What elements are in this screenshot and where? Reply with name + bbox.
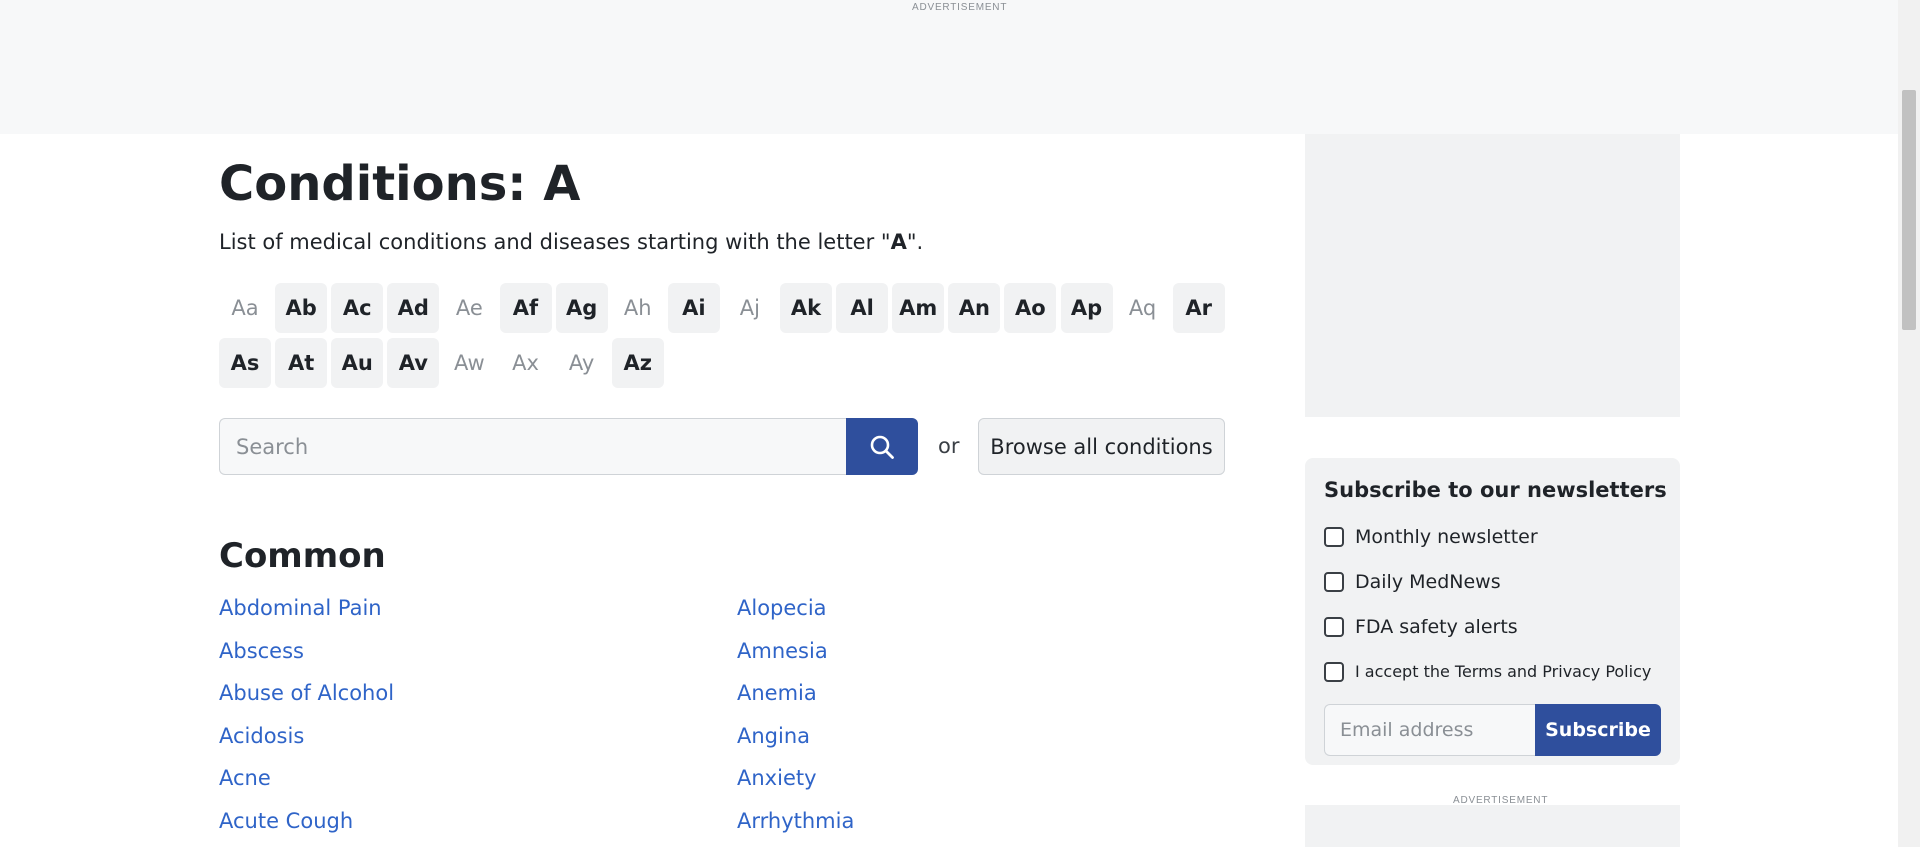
condition-link[interactable]: Acne — [219, 764, 394, 807]
letter-link-af[interactable]: Af — [499, 283, 552, 333]
search-row: or Browse all conditions — [219, 418, 1225, 475]
condition-link[interactable]: Acute Cough — [219, 807, 394, 850]
email-field[interactable] — [1324, 704, 1536, 756]
letter-link-av[interactable]: Av — [387, 338, 440, 388]
common-list-column-2: Alopecia Amnesia Anemia Angina Anxiety A… — [737, 594, 854, 850]
letter-link-aj: Aj — [739, 296, 760, 320]
scrollbar-thumb[interactable] — [1902, 90, 1916, 330]
terms-checkbox-row[interactable]: I accept the Terms and Privacy Policy — [1324, 649, 1661, 694]
terms-label: I accept the Terms and Privacy Policy — [1355, 662, 1652, 681]
letter-link-as[interactable]: As — [219, 338, 271, 388]
letter-link-ah: Ah — [623, 296, 652, 320]
letter-link-ap[interactable]: Ap — [1060, 283, 1113, 333]
condition-link[interactable]: Anemia — [737, 679, 854, 722]
page-subtitle: List of medical conditions and diseases … — [219, 230, 923, 254]
checkbox[interactable] — [1324, 616, 1344, 637]
newsletter-title: Subscribe to our newsletters — [1324, 478, 1667, 502]
subscribe-button[interactable]: Subscribe — [1535, 704, 1661, 756]
subscribe-form: Subscribe — [1324, 704, 1661, 756]
search-input[interactable] — [219, 418, 847, 475]
letter-link-aw: Aw — [454, 351, 485, 375]
newsletter-option-fda-alerts[interactable]: FDA safety alerts — [1324, 604, 1661, 649]
condition-link[interactable]: Acidosis — [219, 722, 394, 765]
subtitle-text: List of medical conditions and diseases … — [219, 230, 891, 254]
subtitle-letter: A — [890, 230, 907, 254]
sidebar-advertisement-bottom — [1305, 805, 1680, 847]
condition-link[interactable]: Abscess — [219, 637, 394, 680]
letter-link-ak[interactable]: Ak — [780, 283, 832, 333]
checkbox-label: Monthly newsletter — [1355, 525, 1538, 548]
letter-link-ax: Ax — [512, 351, 539, 375]
search-button[interactable] — [846, 418, 918, 475]
letter-link-ae: Ae — [455, 296, 483, 320]
checkbox-label: Daily MedNews — [1355, 570, 1501, 593]
checkbox[interactable] — [1324, 571, 1344, 592]
letter-link-am[interactable]: Am — [892, 283, 945, 333]
sidebar-advertisement — [1305, 134, 1680, 417]
checkbox-label: FDA safety alerts — [1355, 615, 1518, 638]
condition-link[interactable]: Amnesia — [737, 637, 854, 680]
letter-link-ay: Ay — [568, 351, 595, 375]
ad-label: ADVERTISEMENT — [912, 2, 1008, 13]
condition-link[interactable]: Abuse of Alcohol — [219, 679, 394, 722]
letter-link-az[interactable]: Az — [611, 338, 664, 388]
search-icon — [870, 435, 894, 459]
letter-link-ar[interactable]: Ar — [1172, 283, 1225, 333]
checkbox[interactable] — [1324, 661, 1344, 682]
letter-link-at[interactable]: At — [275, 338, 328, 388]
newsletter-option-monthly[interactable]: Monthly newsletter — [1324, 514, 1661, 559]
page-title: Conditions: A — [219, 156, 581, 212]
letter-link-ab[interactable]: Ab — [275, 283, 328, 333]
browse-all-conditions-button[interactable]: Browse all conditions — [978, 418, 1225, 475]
letter-link-ag[interactable]: Ag — [555, 283, 608, 333]
letter-link-ao[interactable]: Ao — [1004, 283, 1057, 333]
letter-link-aq: Aq — [1128, 296, 1157, 320]
newsletter-option-daily-mednews[interactable]: Daily MedNews — [1324, 559, 1661, 604]
newsletter-box: Subscribe to our newsletters Monthly new… — [1305, 458, 1680, 765]
top-advertisement: ADVERTISEMENT — [0, 0, 1898, 134]
letter-link-ad[interactable]: Ad — [387, 283, 440, 333]
condition-link[interactable]: Anxiety — [737, 764, 854, 807]
letter-link-au[interactable]: Au — [331, 338, 384, 388]
subtitle-suffix: ". — [906, 230, 924, 254]
letter-link-ai[interactable]: Ai — [667, 283, 720, 333]
letter-link-al[interactable]: Al — [836, 283, 889, 333]
condition-link[interactable]: Alopecia — [737, 594, 854, 637]
condition-link[interactable]: Angina — [737, 722, 854, 765]
letter-link-an[interactable]: An — [948, 283, 1001, 333]
letter-link-ac[interactable]: Ac — [331, 283, 384, 333]
common-heading: Common — [219, 536, 386, 576]
common-list-column-1: Abdominal Pain Abscess Abuse of Alcohol … — [219, 594, 394, 850]
checkbox[interactable] — [1324, 526, 1344, 547]
or-label: or — [938, 434, 960, 458]
condition-link[interactable]: Arrhythmia — [737, 807, 854, 850]
condition-link[interactable]: Abdominal Pain — [219, 594, 394, 637]
scrollbar[interactable] — [1898, 0, 1920, 847]
letter-link-aa: Aa — [231, 296, 259, 320]
